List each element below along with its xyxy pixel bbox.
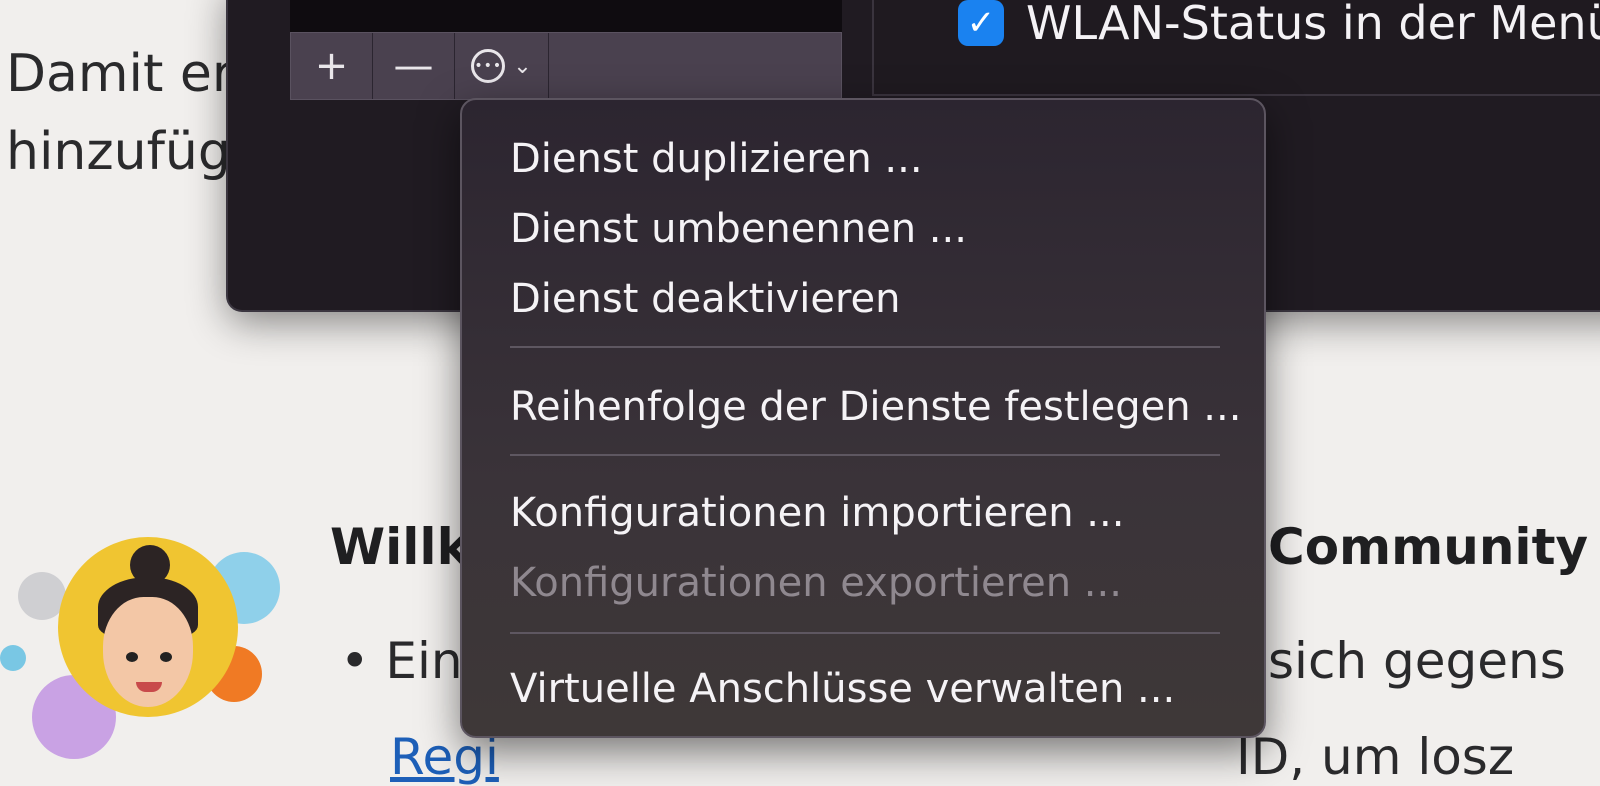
menu-separator: [510, 346, 1220, 348]
bullet-text: sich gegens: [1268, 632, 1566, 690]
bullet-item: • Ein: [340, 632, 463, 690]
menu-separator: [510, 632, 1220, 634]
service-list[interactable]: [290, 0, 842, 32]
action-context-menu: Dienst duplizieren ... Dienst umbenennen…: [460, 98, 1266, 738]
page-heading: Community: [1268, 518, 1589, 576]
page-text-line: Damit er: [6, 44, 234, 104]
menu-item-import-configurations[interactable]: Konfigurationen importieren ...: [510, 490, 1124, 536]
menu-item-deactivate-service[interactable]: Dienst deaktivieren: [510, 276, 901, 322]
checkmark-icon: ✓: [966, 4, 996, 42]
decorative-dot: [0, 645, 26, 671]
add-service-button[interactable]: +: [291, 33, 373, 99]
wlan-status-label: WLAN-Status in der Menül: [1026, 0, 1600, 50]
memoji-avatar: [58, 537, 238, 717]
bullet-text: Ein: [385, 632, 463, 690]
menu-item-duplicate-service[interactable]: Dienst duplizieren ...: [510, 136, 923, 182]
chevron-down-icon: ⌄: [513, 53, 532, 79]
ellipsis-circle-icon: •••: [471, 49, 506, 83]
menu-item-export-configurations: Konfigurationen exportieren ...: [510, 560, 1122, 606]
service-toolbar: + — ••• ⌄: [290, 32, 842, 100]
wlan-status-checkbox[interactable]: ✓: [958, 0, 1004, 46]
action-menu-button[interactable]: ••• ⌄: [455, 33, 549, 99]
page-text-line: hinzufüg: [6, 122, 231, 182]
page-heading: Willk: [330, 518, 470, 576]
menu-item-set-service-order[interactable]: Reihenfolge der Dienste festlegen ...: [510, 384, 1241, 430]
menu-separator: [510, 454, 1220, 456]
remove-service-button[interactable]: —: [373, 33, 455, 99]
minus-icon: —: [393, 43, 434, 89]
page-text: ID, um losz: [1236, 728, 1515, 786]
menu-item-rename-service[interactable]: Dienst umbenennen ...: [510, 206, 967, 252]
plus-icon: +: [314, 43, 349, 89]
menu-item-manage-virtual-interfaces[interactable]: Virtuelle Anschlüsse verwalten ...: [510, 666, 1175, 712]
